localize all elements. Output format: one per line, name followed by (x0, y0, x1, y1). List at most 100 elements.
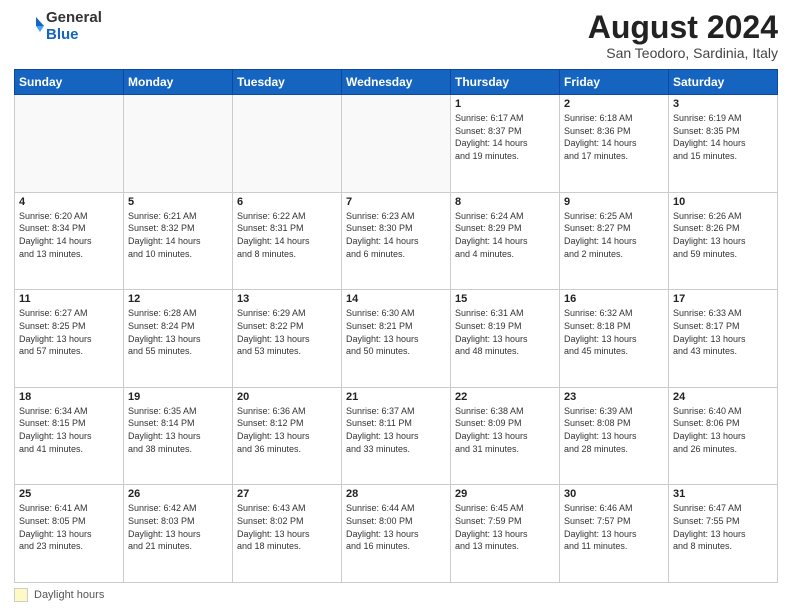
calendar-cell: 7 Sunrise: 6:23 AM Sunset: 8:30 PM Daylig… (342, 192, 451, 290)
day-number: 1 (455, 98, 555, 110)
day-number: 13 (237, 293, 337, 305)
calendar-cell: 13Sunrise: 6:29 AM Sunset: 8:22 PM Dayli… (233, 290, 342, 388)
calendar-cell: 11 Sunrise: 6:27 AM Sunset: 8:25 PM Dayli… (15, 290, 124, 388)
day-info: Sunrise: 6:47 AM Sunset: 7:55 PM Dayligh… (673, 502, 773, 552)
day-number: 31 (673, 488, 773, 500)
day-number: 28 (346, 488, 446, 500)
day-info: Sunrise: 6:24 AM Sunset: 8:29 PM Dayligh… (455, 210, 555, 260)
calendar-week-3: 11 Sunrise: 6:27 AM Sunset: 8:25 PM Dayli… (15, 290, 778, 388)
daylight-label: Daylight hours (34, 589, 104, 601)
day-number: 29 (455, 488, 555, 500)
day-number: 10 (673, 196, 773, 208)
calendar-cell: 30Sunrise: 6:46 AM Sunset: 7:57 PM Dayli… (560, 485, 669, 583)
calendar-cell: 14Sunrise: 6:30 AM Sunset: 8:21 PM Dayli… (342, 290, 451, 388)
day-info: Sunrise: 6:28 AM Sunset: 8:24 PM Dayligh… (128, 307, 228, 357)
logo: General Blue (14, 10, 102, 43)
day-number: 26 (128, 488, 228, 500)
day-info: Sunrise: 6:30 AM Sunset: 8:21 PM Dayligh… (346, 307, 446, 357)
day-number: 17 (673, 293, 773, 305)
day-info: Sunrise: 6:33 AM Sunset: 8:17 PM Dayligh… (673, 307, 773, 357)
day-number: 8 (455, 196, 555, 208)
day-number: 18 (19, 391, 119, 403)
calendar-cell: 23Sunrise: 6:39 AM Sunset: 8:08 PM Dayli… (560, 387, 669, 485)
day-number: 12 (128, 293, 228, 305)
page-header: General Blue August 2024 San Teodoro, Sa… (14, 10, 778, 61)
day-number: 7 (346, 196, 446, 208)
header-day-tuesday: Tuesday (233, 70, 342, 95)
calendar-cell: 16Sunrise: 6:32 AM Sunset: 8:18 PM Dayli… (560, 290, 669, 388)
calendar-cell: 1 Sunrise: 6:17 AM Sunset: 8:37 PM Daylig… (451, 95, 560, 193)
calendar-header: SundayMondayTuesdayWednesdayThursdayFrid… (15, 70, 778, 95)
day-number: 21 (346, 391, 446, 403)
day-info: Sunrise: 6:25 AM Sunset: 8:27 PM Dayligh… (564, 210, 664, 260)
header-day-wednesday: Wednesday (342, 70, 451, 95)
day-info: Sunrise: 6:22 AM Sunset: 8:31 PM Dayligh… (237, 210, 337, 260)
calendar-cell: 21 Sunrise: 6:37 AM Sunset: 8:11 PM Dayli… (342, 387, 451, 485)
calendar-cell: 6 Sunrise: 6:22 AM Sunset: 8:31 PM Daylig… (233, 192, 342, 290)
calendar: SundayMondayTuesdayWednesdayThursdayFrid… (14, 69, 778, 583)
day-info: Sunrise: 6:34 AM Sunset: 8:15 PM Dayligh… (19, 405, 119, 455)
calendar-cell: 12 Sunrise: 6:28 AM Sunset: 8:24 PM Dayli… (124, 290, 233, 388)
day-info: Sunrise: 6:27 AM Sunset: 8:25 PM Dayligh… (19, 307, 119, 357)
day-number: 3 (673, 98, 773, 110)
calendar-cell (233, 95, 342, 193)
calendar-cell: 3Sunrise: 6:19 AM Sunset: 8:35 PM Daylig… (669, 95, 778, 193)
day-number: 2 (564, 98, 664, 110)
day-info: Sunrise: 6:39 AM Sunset: 8:08 PM Dayligh… (564, 405, 664, 455)
footer: Daylight hours (14, 588, 778, 602)
header-day-sunday: Sunday (15, 70, 124, 95)
day-number: 30 (564, 488, 664, 500)
calendar-week-4: 18 Sunrise: 6:34 AM Sunset: 8:15 PM Dayli… (15, 387, 778, 485)
calendar-cell (15, 95, 124, 193)
calendar-cell: 10 Sunrise: 6:26 AM Sunset: 8:26 PM Dayli… (669, 192, 778, 290)
day-info: Sunrise: 6:18 AM Sunset: 8:36 PM Dayligh… (564, 112, 664, 162)
logo-icon (14, 12, 44, 42)
day-info: Sunrise: 6:17 AM Sunset: 8:37 PM Dayligh… (455, 112, 555, 162)
logo-general: General (46, 10, 102, 27)
day-info: Sunrise: 6:26 AM Sunset: 8:26 PM Dayligh… (673, 210, 773, 260)
day-number: 15 (455, 293, 555, 305)
day-number: 6 (237, 196, 337, 208)
calendar-cell: 28 Sunrise: 6:44 AM Sunset: 8:00 PM Dayli… (342, 485, 451, 583)
day-info: Sunrise: 6:38 AM Sunset: 8:09 PM Dayligh… (455, 405, 555, 455)
day-info: Sunrise: 6:43 AM Sunset: 8:02 PM Dayligh… (237, 502, 337, 552)
calendar-cell: 20Sunrise: 6:36 AM Sunset: 8:12 PM Dayli… (233, 387, 342, 485)
calendar-week-1: 1 Sunrise: 6:17 AM Sunset: 8:37 PM Daylig… (15, 95, 778, 193)
header-day-saturday: Saturday (669, 70, 778, 95)
calendar-table: SundayMondayTuesdayWednesdayThursdayFrid… (14, 69, 778, 583)
calendar-cell: 31 Sunrise: 6:47 AM Sunset: 7:55 PM Dayli… (669, 485, 778, 583)
day-info: Sunrise: 6:31 AM Sunset: 8:19 PM Dayligh… (455, 307, 555, 357)
day-info: Sunrise: 6:35 AM Sunset: 8:14 PM Dayligh… (128, 405, 228, 455)
calendar-cell: 19Sunrise: 6:35 AM Sunset: 8:14 PM Dayli… (124, 387, 233, 485)
calendar-cell (342, 95, 451, 193)
calendar-week-2: 4Sunrise: 6:20 AM Sunset: 8:34 PM Daylig… (15, 192, 778, 290)
day-info: Sunrise: 6:23 AM Sunset: 8:30 PM Dayligh… (346, 210, 446, 260)
calendar-week-5: 25 Sunrise: 6:41 AM Sunset: 8:05 PM Dayli… (15, 485, 778, 583)
day-info: Sunrise: 6:44 AM Sunset: 8:00 PM Dayligh… (346, 502, 446, 552)
calendar-cell: 29Sunrise: 6:45 AM Sunset: 7:59 PM Dayli… (451, 485, 560, 583)
day-info: Sunrise: 6:42 AM Sunset: 8:03 PM Dayligh… (128, 502, 228, 552)
calendar-cell: 25 Sunrise: 6:41 AM Sunset: 8:05 PM Dayli… (15, 485, 124, 583)
calendar-cell: 24Sunrise: 6:40 AM Sunset: 8:06 PM Dayli… (669, 387, 778, 485)
calendar-cell: 15 Sunrise: 6:31 AM Sunset: 8:19 PM Dayli… (451, 290, 560, 388)
calendar-cell: 8 Sunrise: 6:24 AM Sunset: 8:29 PM Daylig… (451, 192, 560, 290)
day-number: 9 (564, 196, 664, 208)
calendar-cell: 22Sunrise: 6:38 AM Sunset: 8:09 PM Dayli… (451, 387, 560, 485)
day-info: Sunrise: 6:37 AM Sunset: 8:11 PM Dayligh… (346, 405, 446, 455)
day-info: Sunrise: 6:41 AM Sunset: 8:05 PM Dayligh… (19, 502, 119, 552)
calendar-cell: 17 Sunrise: 6:33 AM Sunset: 8:17 PM Dayli… (669, 290, 778, 388)
header-day-monday: Monday (124, 70, 233, 95)
calendar-cell: 27Sunrise: 6:43 AM Sunset: 8:02 PM Dayli… (233, 485, 342, 583)
day-number: 5 (128, 196, 228, 208)
logo-blue: Blue (46, 27, 102, 44)
calendar-cell: 5 Sunrise: 6:21 AM Sunset: 8:32 PM Daylig… (124, 192, 233, 290)
day-number: 25 (19, 488, 119, 500)
day-info: Sunrise: 6:21 AM Sunset: 8:32 PM Dayligh… (128, 210, 228, 260)
day-number: 11 (19, 293, 119, 305)
day-number: 4 (19, 196, 119, 208)
month-year: August 2024 (588, 10, 778, 45)
calendar-cell: 18 Sunrise: 6:34 AM Sunset: 8:15 PM Dayli… (15, 387, 124, 485)
calendar-cell: 4Sunrise: 6:20 AM Sunset: 8:34 PM Daylig… (15, 192, 124, 290)
header-day-thursday: Thursday (451, 70, 560, 95)
day-number: 16 (564, 293, 664, 305)
